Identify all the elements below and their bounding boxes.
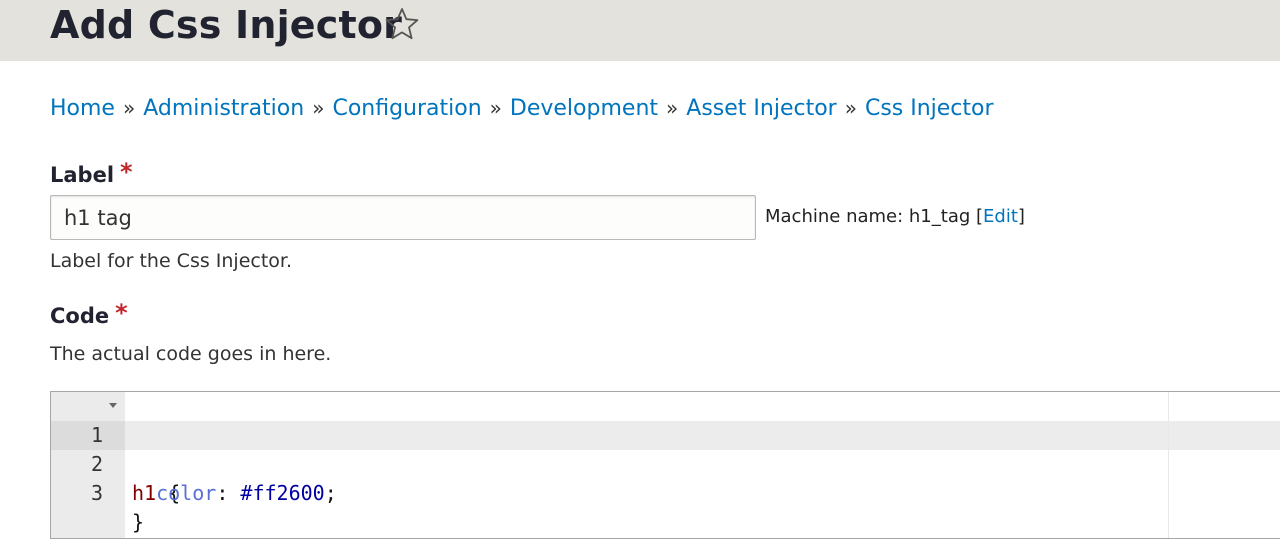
page-header: Add Css Injector (0, 0, 1280, 61)
page-title: Add Css Injector (50, 3, 403, 47)
close-brace: } (132, 510, 145, 534)
machine-name-bracket: ] (1017, 206, 1025, 227)
breadcrumb-home-link[interactable]: Home (50, 96, 115, 121)
fold-arrow-icon[interactable] (109, 403, 117, 408)
code-field-label-text: Code (50, 304, 110, 328)
label-input[interactable] (50, 195, 756, 240)
line-number: 3 (90, 481, 103, 505)
colon: : (216, 481, 241, 505)
code-editor[interactable]: 1 h1 { 2 color: #ff2600; 3 } (50, 391, 1280, 539)
css-property: color (156, 481, 217, 505)
breadcrumb-development-link[interactable]: Development (510, 96, 658, 121)
code-field-description: The actual code goes in here. (50, 343, 332, 365)
breadcrumb-separator: » (844, 96, 857, 120)
label-field-label: Label * (50, 158, 133, 189)
breadcrumb-administration-link[interactable]: Administration (143, 96, 304, 121)
breadcrumb: Home » Administration » Configuration » Develo… (50, 93, 994, 124)
code-line[interactable]: 3 } (51, 450, 1280, 534)
breadcrumb-css-injector-link[interactable]: Css Injector (865, 96, 994, 121)
breadcrumb-separator: » (312, 96, 325, 120)
required-marker: * (115, 299, 128, 327)
code-field-label: Code * (50, 299, 128, 330)
star-outline-icon[interactable] (384, 6, 420, 42)
breadcrumb-configuration-link[interactable]: Configuration (332, 96, 481, 121)
label-field-label-text: Label (50, 163, 115, 187)
machine-name: Machine name: h1_tag [Edit] (765, 204, 1025, 230)
machine-name-text: Machine name: h1_tag [ (765, 206, 984, 227)
code-line[interactable]: 1 h1 { (51, 392, 1280, 505)
required-marker: * (120, 158, 133, 186)
code-line[interactable]: 2 color: #ff2600; (51, 421, 1280, 505)
label-field-description: Label for the Css Injector. (50, 250, 293, 272)
semicolon: ; (324, 481, 337, 505)
breadcrumb-separator: » (122, 96, 136, 120)
css-value: #ff2600 (240, 481, 325, 505)
breadcrumb-separator: » (666, 96, 679, 120)
machine-name-edit-link[interactable]: Edit (983, 206, 1018, 227)
breadcrumb-asset-injector-link[interactable]: Asset Injector (686, 96, 836, 121)
breadcrumb-separator: » (489, 96, 502, 120)
